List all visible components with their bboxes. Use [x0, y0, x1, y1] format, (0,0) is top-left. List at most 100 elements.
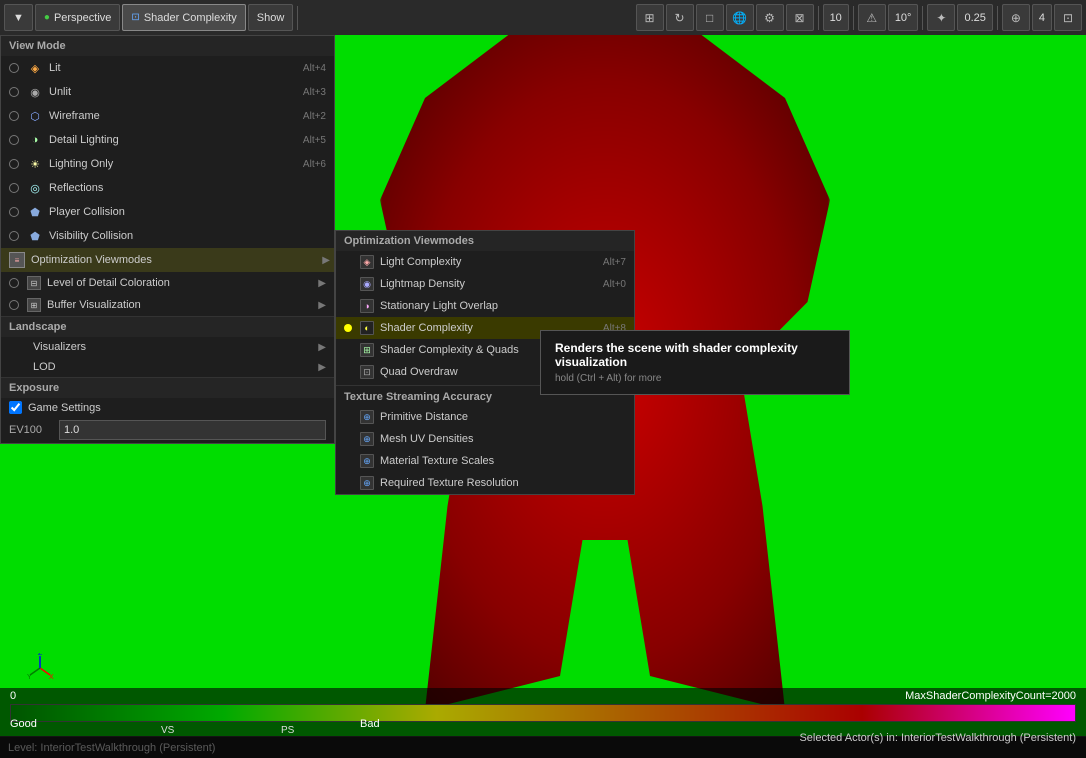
- num4-value: 4: [1039, 12, 1045, 24]
- lod-landscape-arrow: ▶: [318, 362, 326, 373]
- submenu-item-mesh-uv[interactable]: ⊕ Mesh UV Densities: [336, 428, 634, 450]
- menu-item-lod[interactable]: ⊟ Level of Detail Coloration ▶: [1, 272, 334, 294]
- submenu-item-stationary-light[interactable]: ◑ Stationary Light Overlap: [336, 295, 634, 317]
- complexity-max-label: MaxShaderComplexityCount=2000: [905, 688, 1076, 702]
- shader-complexity-label: Shader Complexity: [144, 12, 237, 24]
- perspective-button[interactable]: ● Perspective: [35, 4, 121, 31]
- menu-item-visualizers[interactable]: Visualizers ▶: [1, 337, 334, 357]
- toolbar-icon-globe[interactable]: 🌐: [726, 4, 754, 31]
- toolbar-num3[interactable]: 0.25: [957, 4, 992, 31]
- toolbar-icon-grid[interactable]: ⊞: [636, 4, 664, 31]
- submenu-item-light-complexity[interactable]: ◈ Light Complexity Alt+7: [336, 251, 634, 273]
- toolbar-warning-icon[interactable]: ⚠: [858, 4, 886, 31]
- toolbar-num2[interactable]: 10°: [888, 4, 919, 31]
- ev100-label: EV100: [9, 424, 59, 436]
- radio-buffer: [9, 300, 19, 310]
- unlit-icon: ◉: [27, 84, 43, 100]
- separator-1: [297, 6, 298, 30]
- menu-item-optimization[interactable]: ≡ Optimization Viewmodes ▶: [1, 248, 334, 272]
- visualizers-arrow: ▶: [318, 342, 326, 353]
- light-complexity-dot: [344, 258, 352, 266]
- menu-item-unlit[interactable]: ◉ Unlit Alt+3: [1, 80, 334, 104]
- radio-unlit: [9, 87, 19, 97]
- tooltip-title: Renders the scene with shader complexity…: [555, 341, 835, 369]
- separator-3: [853, 6, 854, 30]
- required-texture-icon: ⊕: [360, 476, 374, 490]
- stationary-light-label: Stationary Light Overlap: [380, 300, 498, 312]
- lightmap-density-dot: [344, 280, 352, 288]
- visibility-collision-icon: ⬟: [27, 228, 43, 244]
- optimization-submenu-header: Optimization Viewmodes: [336, 231, 634, 251]
- shader-complexity-button[interactable]: ⊡ Shader Complexity: [122, 4, 245, 31]
- game-settings-item[interactable]: Game Settings: [1, 398, 334, 417]
- toolbar-icon-rotate[interactable]: ↻: [666, 4, 694, 31]
- submenu-item-material-texture[interactable]: ⊕ Material Texture Scales: [336, 450, 634, 472]
- game-settings-checkbox[interactable]: [9, 401, 22, 414]
- menu-item-lighting-only[interactable]: ☀ Lighting Only Alt+6: [1, 152, 334, 176]
- toolbar-last-icon[interactable]: ⊡: [1054, 4, 1082, 31]
- separator-5: [997, 6, 998, 30]
- material-texture-icon: ⊕: [360, 454, 374, 468]
- lightmap-density-label: Lightmap Density: [380, 278, 465, 290]
- mesh-uv-label: Mesh UV Densities: [380, 433, 474, 445]
- lit-icon: ◈: [27, 60, 43, 76]
- visualizers-label: Visualizers: [33, 341, 86, 353]
- menu-item-detail-lighting[interactable]: ◑ Detail Lighting Alt+5: [1, 128, 334, 152]
- toolbar-coord-icon[interactable]: ⊕: [1002, 4, 1030, 31]
- submenu-item-lightmap-density[interactable]: ◉ Lightmap Density Alt+0: [336, 273, 634, 295]
- lod-arrow: ▶: [318, 278, 326, 289]
- player-collision-label: Player Collision: [49, 206, 125, 218]
- toolbar-icon-snap[interactable]: ⚙: [756, 4, 784, 31]
- visibility-collision-label: Visibility Collision: [49, 230, 133, 242]
- light-complexity-label: Light Complexity: [380, 256, 461, 268]
- bad-label: Bad: [360, 718, 380, 730]
- lit-shortcut: Alt+4: [303, 63, 326, 74]
- toolbar-num1[interactable]: 10: [823, 4, 849, 31]
- selected-actor-text: Selected Actor(s) in: InteriorTestWalkth…: [0, 732, 1086, 744]
- axis-svg: X Y Z: [25, 653, 55, 683]
- radio-wireframe: [9, 111, 19, 121]
- menu-item-lit[interactable]: ◈ Lit Alt+4: [1, 56, 334, 80]
- lod-icon: ⊟: [27, 276, 41, 290]
- material-texture-label: Material Texture Scales: [380, 455, 494, 467]
- num1-value: 10: [830, 12, 842, 24]
- radio-detail: [9, 135, 19, 145]
- menu-item-reflections[interactable]: ◎ Reflections: [1, 176, 334, 200]
- toolbar-icon-camera[interactable]: ⊠: [786, 4, 814, 31]
- menu-item-player-collision[interactable]: ⬟ Player Collision: [1, 200, 334, 224]
- unlit-label: Unlit: [49, 86, 71, 98]
- separator-4: [922, 6, 923, 30]
- complexity-bar-area: 0 MaxShaderComplexityCount=2000 VS PS Go…: [0, 688, 1086, 758]
- menu-item-wireframe[interactable]: ⬡ Wireframe Alt+2: [1, 104, 334, 128]
- toolbar-icon-box[interactable]: □: [696, 4, 724, 31]
- dropdown-arrow-btn[interactable]: ▼: [4, 4, 33, 31]
- show-button[interactable]: Show: [248, 4, 294, 31]
- optimization-icon: ≡: [9, 252, 25, 268]
- menu-item-lod-landscape[interactable]: LOD ▶: [1, 357, 334, 377]
- lighting-only-icon: ☀: [27, 156, 43, 172]
- shader-complexity-sub-label: Shader Complexity: [380, 322, 473, 334]
- shader-complexity-sub-icon: ◐: [360, 321, 374, 335]
- toolbar-magnet-icon[interactable]: ✦: [927, 4, 955, 31]
- player-collision-icon: ⬟: [27, 204, 43, 220]
- exposure-header: Exposure: [1, 378, 334, 398]
- menu-item-buffer[interactable]: ⊞ Buffer Visualization ▶: [1, 294, 334, 316]
- toolbar-num4[interactable]: 4: [1032, 4, 1052, 31]
- mesh-uv-icon: ⊕: [360, 432, 374, 446]
- view-mode-header: View Mode: [1, 36, 334, 56]
- optimization-label: Optimization Viewmodes: [31, 254, 152, 266]
- lightmap-density-icon: ◉: [360, 277, 374, 291]
- ev100-input[interactable]: [59, 420, 326, 440]
- axis-indicator: X Y Z: [25, 653, 55, 683]
- reflections-label: Reflections: [49, 182, 103, 194]
- show-label: Show: [257, 12, 285, 24]
- submenu-item-required-texture[interactable]: ⊕ Required Texture Resolution: [336, 472, 634, 494]
- good-label: Good: [10, 718, 37, 730]
- radio-visibility-collision: [9, 231, 19, 241]
- buffer-icon: ⊞: [27, 298, 41, 312]
- menu-item-visibility-collision[interactable]: ⬟ Visibility Collision: [1, 224, 334, 248]
- lod-landscape-label: LOD: [33, 361, 56, 373]
- submenu-item-primitive-distance[interactable]: ⊕ Primitive Distance: [336, 406, 634, 428]
- toolbar-right: ⊞ ↻ □ 🌐 ⚙ ⊠ 10 ⚠ 10° ✦ 0.25 ⊕ 4 ⊡: [636, 4, 1082, 31]
- mesh-uv-dot: [344, 435, 352, 443]
